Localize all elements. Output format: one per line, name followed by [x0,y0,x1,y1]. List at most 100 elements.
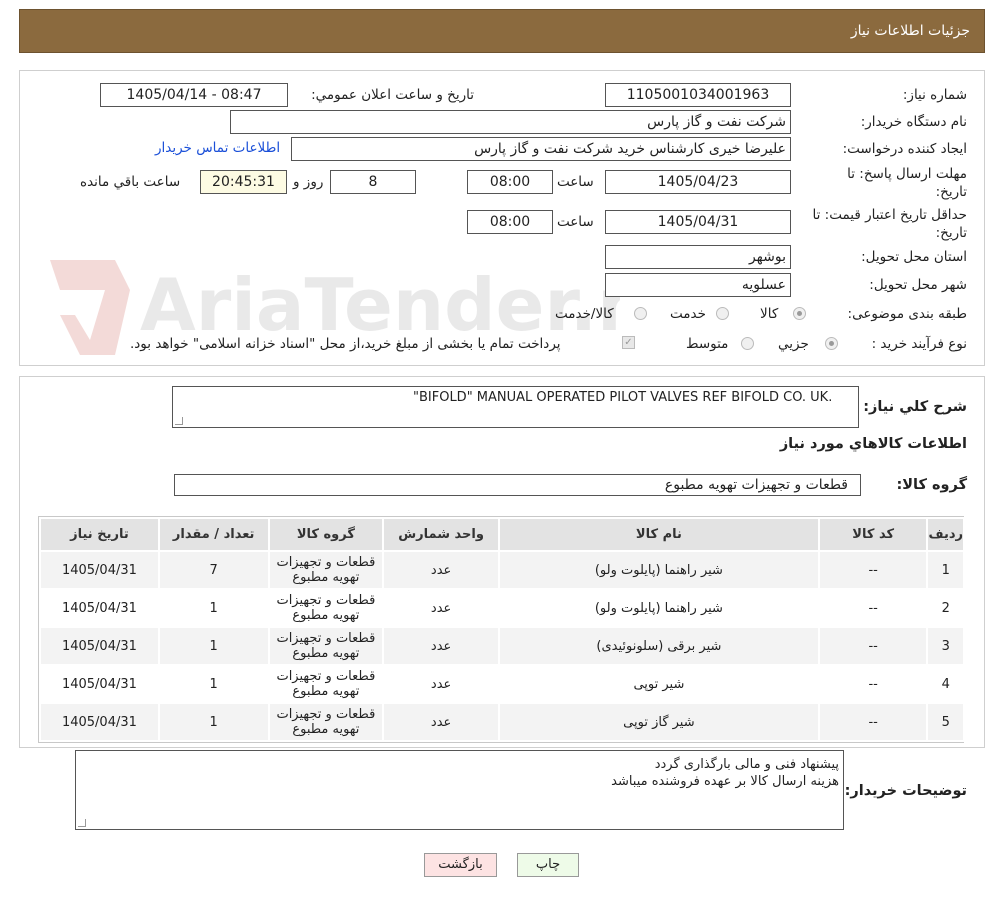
cell-unit: عدد [384,666,498,702]
buyer-org-field[interactable]: شرکت نفت و گاز پارس [230,110,791,134]
buyer-org-label: نام دستگاه خریدار: [860,114,967,130]
process-label: نوع فرآیند خرید : [871,336,967,352]
cell-group: قطعات و تجهیزات تهویه مطبوع [269,666,383,702]
days-label: روز و [293,174,324,190]
description-textarea[interactable]: "BIFOLD" MANUAL OPERATED PILOT VALVES RE… [172,386,859,428]
category-option-service: خدمت [670,306,706,322]
cell-code: -- [819,552,927,588]
deadline-label: مهلت ارسال پاسخ: تا تاریخ: [847,166,967,200]
page-title: جزئیات اطلاعات نیاز [850,23,970,39]
cell-qty: 1 [159,666,268,702]
cell-unit: عدد [384,590,498,626]
cell-code: -- [819,704,927,740]
cell-row: 2 [928,590,963,626]
cell-code: -- [819,590,927,626]
column-header: گروه کالا [269,519,383,550]
cell-unit: عدد [384,704,498,740]
cell-date: 1405/04/31 [41,590,158,626]
deadline-time-field[interactable]: 08:00 [467,170,553,194]
cell-date: 1405/04/31 [41,552,158,588]
column-header: تعداد / مقدار [159,519,268,550]
process-option-minor: جزیي [778,336,809,352]
process-radio-minor[interactable] [825,337,838,350]
process-option-medium: متوسط [686,336,729,352]
description-label: شرح کلي نیاز: [863,399,967,415]
category-option-goods-service: کالا/خدمت [555,306,614,322]
table-row: 2 -- شیر راهنما (پایلوت ولو) عدد قطعات و… [41,590,963,626]
province-label: استان محل تحویل: [861,249,967,265]
print-button[interactable]: چاپ [517,853,579,877]
cell-code: -- [819,628,927,664]
buyer-contact-link[interactable]: اطلاعات تماس خریدار [155,140,280,156]
table-row: 4 -- شیر توپی عدد قطعات و تجهیزات تهویه … [41,666,963,702]
table-row: 5 -- شیر گاز توپی عدد قطعات و تجهیزات ته… [41,704,963,740]
cell-row: 3 [928,628,963,664]
cell-row: 5 [928,704,963,740]
category-label: طبقه بندی موضوعی: [847,306,967,322]
goods-group-label: گروه کالا: [896,477,967,493]
resize-handle-icon[interactable] [175,417,183,425]
cell-row: 4 [928,666,963,702]
cell-qty: 1 [159,628,268,664]
cell-unit: عدد [384,628,498,664]
city-field[interactable]: عسلویه [605,273,791,297]
cell-row: 1 [928,552,963,588]
cell-name: شیر توپی [499,666,818,702]
announce-field[interactable]: 1405/04/14 - 08:47 [100,83,288,107]
cell-group: قطعات و تجهیزات تهویه مطبوع [269,552,383,588]
remaining-label: ساعت باقي مانده [80,174,181,190]
cell-name: شیر گاز توپی [499,704,818,740]
cell-name: شیر راهنما (پایلوت ولو) [499,590,818,626]
goods-table-wrapper: ردیف کد کالا نام کالا واحد شمارش گروه کا… [38,516,965,743]
column-header: تاریخ نیاز [41,519,158,550]
page-header: جزئیات اطلاعات نیاز [19,9,985,53]
goods-group-field[interactable]: قطعات و تجهیزات تهویه مطبوع [174,474,861,496]
province-field[interactable]: بوشهر [605,245,791,269]
buyer-notes-textarea[interactable]: پیشنهاد فنی و مالی بارگذاری گردد هزینه ا… [75,750,844,830]
need-number-field[interactable]: 1105001034001963 [605,83,791,107]
validity-time-field[interactable]: 08:00 [467,210,553,234]
category-radio-goods[interactable] [793,307,806,320]
goods-table: ردیف کد کالا نام کالا واحد شمارش گروه کا… [39,517,965,742]
cell-name: شیر برقی (سلونوئیدی) [499,628,818,664]
cell-group: قطعات و تجهیزات تهویه مطبوع [269,590,383,626]
resize-handle-icon[interactable] [78,819,86,827]
category-radio-goods-service[interactable] [634,307,647,320]
process-radio-medium[interactable] [741,337,754,350]
table-header-row: ردیف کد کالا نام کالا واحد شمارش گروه کا… [41,519,963,550]
column-header: نام کالا [499,519,818,550]
cell-date: 1405/04/31 [41,666,158,702]
cell-group: قطعات و تجهیزات تهویه مطبوع [269,704,383,740]
category-radio-service[interactable] [716,307,729,320]
cell-group: قطعات و تجهیزات تهویه مطبوع [269,628,383,664]
cell-qty: 1 [159,590,268,626]
svg-text:AriaTender.neT: AriaTender.neT [140,263,620,347]
cell-date: 1405/04/31 [41,704,158,740]
column-header: ردیف [928,519,963,550]
deadline-time-label: ساعت [557,174,594,190]
cell-unit: عدد [384,552,498,588]
need-number-label: شماره نیاز: [902,87,967,103]
cell-qty: 7 [159,552,268,588]
validity-label: حداقل تاریخ اعتبار قیمت: تا تاریخ: [812,207,967,241]
column-header: واحد شمارش [384,519,498,550]
payment-note: پرداخت تمام یا بخشی از مبلغ خرید،از محل … [130,336,561,352]
deadline-date-field[interactable]: 1405/04/23 [605,170,791,194]
creator-field[interactable]: علیرضا خیری کارشناس خرید شرکت نفت و گاز … [291,137,791,161]
back-button[interactable]: بازگشت [424,853,497,877]
treasury-checkbox[interactable]: ✓ [622,336,635,349]
cell-code: -- [819,666,927,702]
table-row: 1 -- شیر راهنما (پایلوت ولو) عدد قطعات و… [41,552,963,588]
column-header: کد کالا [819,519,927,550]
buyer-notes-label: توضیحات خریدار: [844,783,967,799]
validity-date-field[interactable]: 1405/04/31 [605,210,791,234]
days-field[interactable]: 8 [330,170,416,194]
cell-name: شیر راهنما (پایلوت ولو) [499,552,818,588]
announce-label: تاریخ و ساعت اعلان عمومي: [311,87,474,103]
cell-date: 1405/04/31 [41,628,158,664]
category-option-goods: کالا [760,306,779,322]
city-label: شهر محل تحویل: [869,277,967,293]
validity-time-label: ساعت [557,214,594,230]
remaining-time-field: 20:45:31 [200,170,287,194]
cell-qty: 1 [159,704,268,740]
